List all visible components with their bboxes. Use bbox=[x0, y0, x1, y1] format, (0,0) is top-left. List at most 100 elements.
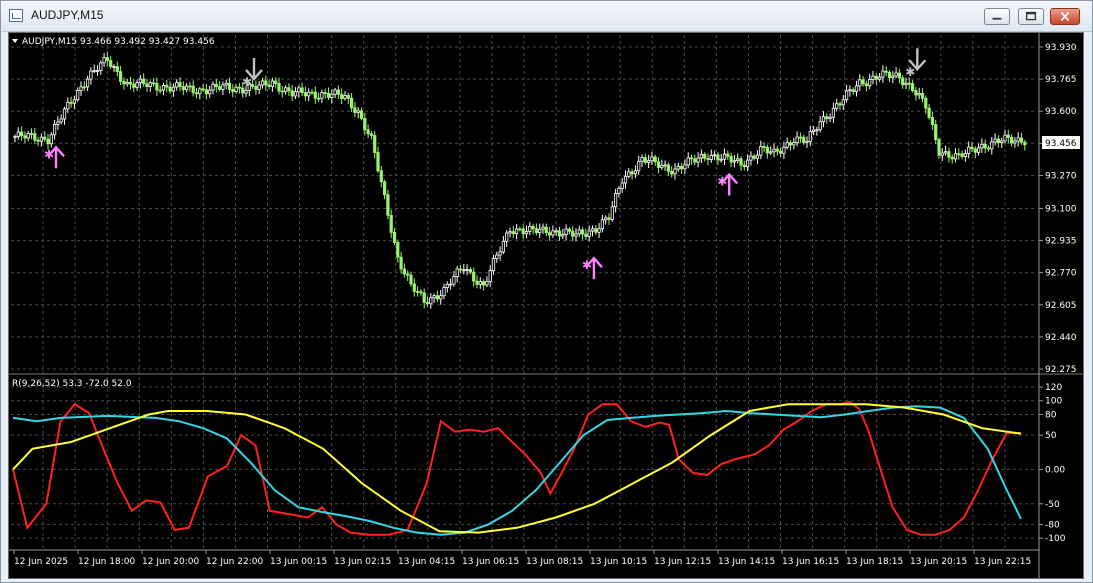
time-tick-label: 13 Jun 16:15 bbox=[782, 557, 839, 567]
candle-body bbox=[356, 110, 360, 113]
candle-body bbox=[726, 153, 730, 157]
candle-body bbox=[184, 85, 189, 91]
candle-body bbox=[597, 228, 601, 233]
candle-body bbox=[871, 75, 875, 80]
candle-body bbox=[161, 85, 166, 91]
candle-body bbox=[382, 181, 387, 196]
candle-body bbox=[538, 228, 542, 234]
candle-body bbox=[1013, 140, 1017, 144]
candle-body bbox=[980, 143, 984, 149]
candle-body bbox=[924, 97, 928, 109]
candle-body bbox=[868, 79, 872, 87]
candle-body bbox=[640, 157, 644, 162]
candle-body bbox=[934, 124, 938, 141]
candle-body bbox=[330, 93, 334, 98]
buy-arrow-icon: ✱ bbox=[717, 172, 739, 196]
candle-body bbox=[967, 146, 971, 154]
candle-body bbox=[221, 84, 225, 90]
indicator-label: R(9,26,52) 53.3 -72.0 52.0 bbox=[12, 379, 132, 389]
candle-body bbox=[198, 88, 202, 95]
indicator-tick-label: 0.00 bbox=[1045, 465, 1065, 475]
candle-body bbox=[231, 89, 235, 92]
time-tick-label: 12 Jun 22:00 bbox=[206, 557, 263, 567]
candle-body bbox=[402, 268, 407, 275]
time-axis: 12 Jun 2025 12 Jun 18:00 12 Jun 20:00 12 Ju… bbox=[13, 550, 1031, 567]
candle-body bbox=[59, 118, 63, 123]
candle-body bbox=[366, 129, 370, 135]
candle-body bbox=[769, 151, 773, 154]
candle-body bbox=[722, 153, 727, 160]
candle-body bbox=[716, 154, 720, 161]
price-chart[interactable]: ✱✱✱✱✱ 93.93093.76593.60093.43593.27093.1… bbox=[9, 33, 1083, 578]
candle-body bbox=[564, 228, 568, 235]
candle-body bbox=[960, 153, 964, 157]
candle-body bbox=[119, 71, 123, 82]
candle-body bbox=[881, 70, 885, 78]
close-button[interactable] bbox=[1050, 8, 1080, 25]
candle-body bbox=[442, 287, 446, 297]
candle-body bbox=[49, 134, 53, 145]
candle-body bbox=[307, 91, 311, 97]
candle-body bbox=[478, 281, 482, 285]
signal-star-icon: ✱ bbox=[905, 65, 915, 79]
candle-body bbox=[379, 170, 383, 183]
candle-body bbox=[762, 146, 766, 148]
candle-body bbox=[508, 231, 512, 234]
candle-body bbox=[188, 85, 192, 88]
candle-body bbox=[432, 295, 436, 299]
candle-body bbox=[897, 72, 902, 79]
time-tick-label: 13 Jun 04:15 bbox=[398, 557, 455, 567]
candle-body bbox=[554, 230, 558, 233]
candle-body bbox=[623, 175, 628, 184]
candle-body bbox=[660, 165, 664, 168]
candle-body bbox=[386, 194, 390, 216]
candle-body bbox=[620, 182, 624, 189]
price-tick-label: 93.100 bbox=[1045, 204, 1077, 214]
candle-body bbox=[828, 116, 832, 120]
candle-body bbox=[884, 70, 888, 73]
candle-body bbox=[76, 90, 80, 101]
time-tick-label: 12 Jun 2025 bbox=[14, 557, 68, 567]
maximize-button[interactable] bbox=[1018, 8, 1044, 25]
candle-body bbox=[422, 292, 426, 303]
candle-body bbox=[468, 269, 473, 273]
candle-body bbox=[373, 135, 377, 153]
title-bar[interactable]: AUDJPY,M15 bbox=[1, 1, 1092, 32]
chart-area[interactable]: ✱✱✱✱✱ 93.93093.76593.60093.43593.27093.1… bbox=[8, 32, 1084, 579]
candle-body bbox=[287, 87, 291, 92]
candle-body bbox=[376, 152, 380, 172]
candle-body bbox=[29, 133, 34, 135]
time-tick-label: 13 Jun 06:15 bbox=[462, 557, 519, 567]
candle-body bbox=[647, 160, 651, 163]
candle-body bbox=[346, 95, 350, 99]
minimize-button[interactable] bbox=[984, 8, 1010, 25]
candle-body bbox=[406, 273, 410, 276]
candle-body bbox=[887, 71, 892, 79]
candle-body bbox=[587, 230, 591, 237]
candle-body bbox=[89, 70, 93, 80]
candle-body bbox=[475, 280, 479, 285]
candle-body bbox=[1003, 134, 1007, 142]
candle-body bbox=[224, 82, 228, 86]
candle-body bbox=[445, 283, 449, 288]
candle-body bbox=[310, 91, 314, 94]
candle-body bbox=[283, 87, 288, 93]
candle-body bbox=[821, 116, 826, 123]
signal-star-icon: ✱ bbox=[582, 258, 592, 272]
candle-body bbox=[709, 154, 713, 160]
candle-body bbox=[340, 93, 344, 99]
candle-body bbox=[957, 153, 961, 156]
candle-body bbox=[878, 76, 882, 80]
candle-body bbox=[854, 85, 859, 92]
candle-body bbox=[369, 133, 374, 136]
collapse-triangle-icon[interactable] bbox=[12, 39, 18, 43]
candle-body bbox=[986, 147, 991, 150]
price-tick-label: 93.600 bbox=[1045, 107, 1077, 117]
candle-body bbox=[1019, 137, 1024, 143]
candle-body bbox=[399, 256, 403, 270]
candle-body bbox=[927, 107, 931, 118]
candle-body bbox=[676, 165, 680, 170]
candle-body bbox=[511, 231, 515, 235]
candle-body bbox=[488, 270, 492, 282]
signal-star-icon: ✱ bbox=[242, 75, 252, 89]
